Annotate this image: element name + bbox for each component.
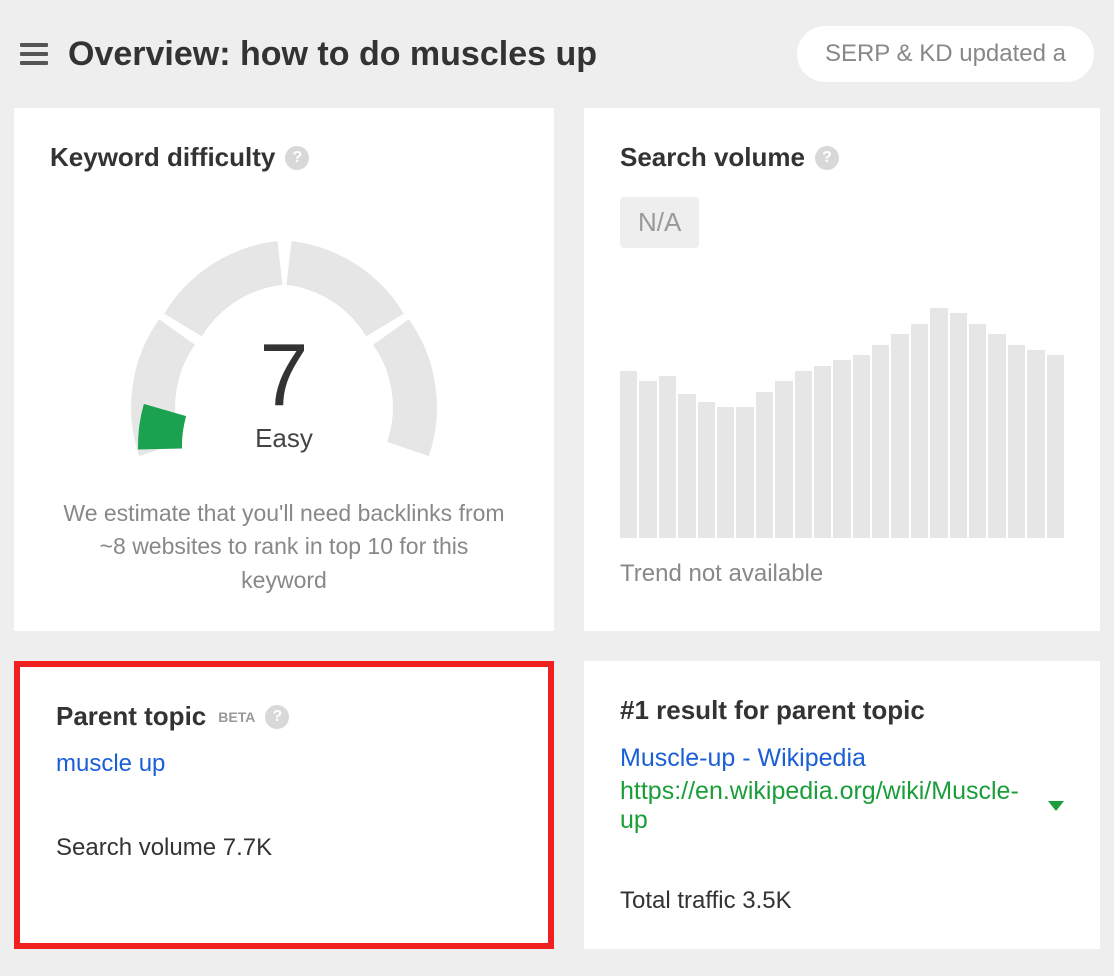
- sv-title-row: Search volume ?: [620, 142, 1064, 173]
- trend-bar: [950, 313, 967, 538]
- result-total-traffic: Total traffic 3.5K: [620, 887, 1064, 915]
- parent-topic-link[interactable]: muscle up: [56, 750, 165, 778]
- keyword-difficulty-card: Keyword difficulty ? 7 Easy We: [14, 108, 554, 631]
- trend-bar: [620, 371, 637, 538]
- trend-bar: [775, 381, 792, 538]
- pt-title: Parent topic: [56, 701, 206, 732]
- parent-topic-card: Parent topic BETA ? muscle up Search vol…: [14, 661, 554, 949]
- kd-gauge: 7 Easy: [114, 213, 454, 473]
- trend-bar: [1027, 350, 1044, 538]
- kd-value: 7: [114, 331, 454, 419]
- trend-bar: [969, 324, 986, 538]
- trend-bar: [659, 376, 676, 538]
- kd-label: Easy: [114, 423, 454, 454]
- trend-bar: [1047, 355, 1064, 538]
- trend-bar: [698, 402, 715, 538]
- search-volume-card: Search volume ? N/A Trend not available: [584, 108, 1100, 631]
- trend-bar: [756, 392, 773, 538]
- trend-bar: [911, 324, 928, 538]
- trend-bar: [814, 366, 831, 539]
- trend-bar: [930, 308, 947, 538]
- update-status-pill[interactable]: SERP & KD updated a: [797, 26, 1094, 82]
- help-icon[interactable]: ?: [265, 705, 289, 729]
- beta-badge: BETA: [218, 709, 255, 725]
- trend-bar: [833, 360, 850, 538]
- help-icon[interactable]: ?: [285, 146, 309, 170]
- help-icon[interactable]: ?: [815, 146, 839, 170]
- trend-bar: [1008, 345, 1025, 538]
- sv-trend-chart: [620, 308, 1064, 538]
- kd-estimate-text: We estimate that you'll need backlinks f…: [50, 497, 518, 597]
- chevron-down-icon[interactable]: [1048, 801, 1064, 811]
- trend-bar: [988, 334, 1005, 538]
- kd-title-row: Keyword difficulty ?: [50, 142, 518, 173]
- page-title: Overview: how to do muscles up: [68, 35, 777, 74]
- top-result-card: #1 result for parent topic Muscle-up - W…: [584, 661, 1100, 949]
- trend-bar: [853, 355, 870, 538]
- trend-bar: [717, 407, 734, 538]
- trend-bar: [795, 371, 812, 538]
- result-url-row: https://en.wikipedia.org/wiki/Muscle-up: [620, 777, 1064, 835]
- trend-bar: [678, 394, 695, 538]
- result-url[interactable]: https://en.wikipedia.org/wiki/Muscle-up: [620, 777, 1042, 835]
- trend-bar: [736, 407, 753, 538]
- pt-search-volume: Search volume 7.7K: [56, 834, 512, 862]
- sv-title: Search volume: [620, 142, 805, 173]
- sv-trend-label: Trend not available: [620, 560, 1064, 588]
- kd-title: Keyword difficulty: [50, 142, 275, 173]
- result-page-title[interactable]: Muscle-up - Wikipedia: [620, 744, 1064, 773]
- page-header: Overview: how to do muscles up SERP & KD…: [0, 0, 1114, 108]
- result-section-title: #1 result for parent topic: [620, 695, 1064, 726]
- trend-bar: [872, 345, 889, 538]
- trend-bar: [891, 334, 908, 538]
- sv-na-badge: N/A: [620, 197, 699, 248]
- trend-bar: [639, 381, 656, 538]
- pt-title-row: Parent topic BETA ?: [56, 701, 512, 732]
- menu-icon[interactable]: [20, 39, 48, 69]
